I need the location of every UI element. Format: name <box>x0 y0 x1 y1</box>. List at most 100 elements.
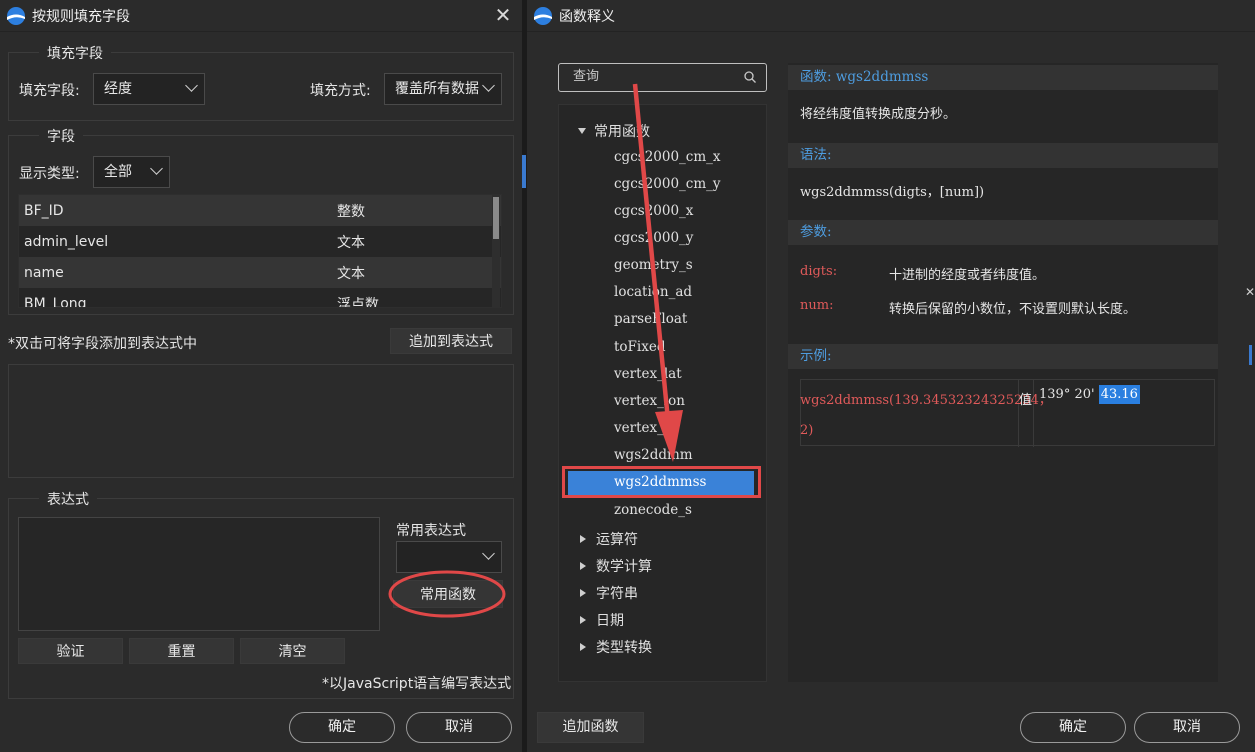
right-cancel-button[interactable]: 取消 <box>1134 712 1240 743</box>
tree-item-function[interactable]: cgcs2000_cm_y <box>614 176 721 192</box>
tree-node-label: 类型转换 <box>596 640 652 656</box>
right-dialog-title: 函数释义 <box>559 8 615 25</box>
example-result-plain: 139° 20' <box>1039 387 1095 402</box>
fill-field-value: 经度 <box>104 81 132 97</box>
selection-annotation-box <box>562 466 761 498</box>
field-name: admin_level <box>24 233 109 250</box>
function-name-header: 函数: wgs2ddmmss <box>788 65 1218 90</box>
tree-item-function[interactable]: vertex_lon <box>614 393 685 409</box>
tree-item-function[interactable]: geometry_s <box>614 257 693 273</box>
tree-node-label: 常用函数 <box>594 124 650 140</box>
divider-accent <box>522 155 526 188</box>
field-name: name <box>24 264 64 281</box>
tree-item-function[interactable]: wgs2ddmm <box>614 447 693 463</box>
expand-right-icon[interactable] <box>580 535 586 543</box>
reset-button[interactable]: 重置 <box>129 638 234 664</box>
close-icon[interactable]: ✕ <box>494 5 512 25</box>
function-search-input[interactable]: 查询 <box>558 63 767 92</box>
common-function-button[interactable]: 常用函数 <box>393 580 503 608</box>
table-row[interactable]: BM_Long 浮点数 <box>19 288 501 308</box>
tree-node-category[interactable]: 运算符 <box>580 529 638 549</box>
table-scrollbar[interactable] <box>492 195 500 307</box>
function-detail-panel: 函数: wgs2ddmmss 将经纬度值转换成度分秒。 语法: wgs2ddmm… <box>788 63 1218 682</box>
field-drop-area[interactable] <box>8 364 514 478</box>
field-group-title: 字段 <box>39 126 83 146</box>
example-result-highlight: 43.16 <box>1098 385 1140 404</box>
app-logo-icon <box>534 6 552 25</box>
double-click-hint: *双击可将字段添加到表达式中 <box>8 336 197 352</box>
fill-mode-select[interactable]: 覆盖所有数据 <box>384 73 502 105</box>
param-name: digts: <box>800 264 838 279</box>
tree-node-category[interactable]: 数学计算 <box>580 556 652 576</box>
display-type-select[interactable]: 全部 <box>93 156 170 188</box>
add-function-button[interactable]: 追加函数 <box>537 712 644 743</box>
left-titlebar: 按规则填充字段 ✕ <box>0 0 522 32</box>
common-expression-label: 常用表达式 <box>396 523 466 539</box>
table-row[interactable]: BF_ID 整数 <box>19 195 501 226</box>
left-cancel-button[interactable]: 取消 <box>406 712 512 743</box>
tree-node-common-functions[interactable]: 常用函数 <box>578 121 650 141</box>
example-header: 示例: <box>788 344 1218 369</box>
expand-right-icon[interactable] <box>580 616 586 624</box>
right-titlebar: 函数释义 <box>527 0 1255 32</box>
chevron-down-icon <box>482 547 495 560</box>
tree-item-function[interactable]: zonecode_s <box>614 502 692 518</box>
fill-field-label: 填充字段: <box>19 83 80 99</box>
tree-node-category[interactable]: 字符串 <box>580 583 638 603</box>
right-ok-button[interactable]: 确定 <box>1020 712 1126 743</box>
expression-input[interactable] <box>18 517 380 631</box>
left-ok-button[interactable]: 确定 <box>289 712 395 743</box>
expand-right-icon[interactable] <box>580 643 586 651</box>
display-type-label: 显示类型: <box>19 166 80 182</box>
tree-item-function[interactable]: toFixed <box>614 339 665 355</box>
tree-item-function[interactable]: cgcs2000_x <box>614 203 693 219</box>
function-explain-dialog: 函数释义 查询 常用函数 cgcs2000_cm_x cgcs2000_cm_y… <box>527 0 1255 752</box>
tree-node-label: 日期 <box>596 613 624 629</box>
field-type: 文本 <box>337 265 365 282</box>
append-to-expression-button[interactable]: 追加到表达式 <box>390 328 512 354</box>
expand-right-icon[interactable] <box>580 589 586 597</box>
table-row[interactable]: name 文本 <box>19 257 501 288</box>
param-name: num: <box>800 298 834 313</box>
tree-node-label: 数学计算 <box>596 559 652 575</box>
tree-node-category[interactable]: 类型转换 <box>580 637 652 657</box>
tree-item-function[interactable]: parseFloat <box>614 311 687 327</box>
fill-field-dialog: 按规则填充字段 ✕ 填充字段 填充字段: 经度 填充方式: 覆盖所有数据 字段 … <box>0 0 522 752</box>
tree-item-function[interactable]: vertex_ <box>614 420 664 436</box>
example-expression-line1: wgs2ddmmss(139.34532324325234， <box>800 393 1052 408</box>
function-description: 将经纬度值转换成度分秒。 <box>800 107 957 122</box>
params-header: 参数: <box>788 220 1218 245</box>
field-name: BM_Long <box>24 295 87 308</box>
tree-node-label: 运算符 <box>596 532 638 548</box>
expand-right-icon[interactable] <box>580 562 586 570</box>
tree-item-function[interactable]: cgcs2000_cm_x <box>614 149 721 165</box>
expression-group-title: 表达式 <box>39 489 97 509</box>
scrollbar-thumb[interactable] <box>493 197 499 239</box>
javascript-note: *以JavaScript语言编写表达式 <box>322 676 512 692</box>
edge-close-icon[interactable]: ✕ <box>1245 285 1255 299</box>
tree-item-function[interactable]: location_ad <box>614 284 692 300</box>
fill-field-group-title: 填充字段 <box>39 43 111 63</box>
field-type: 文本 <box>337 234 365 251</box>
field-type: 浮点数 <box>337 296 379 308</box>
tree-node-category[interactable]: 日期 <box>580 610 624 630</box>
search-placeholder: 查询 <box>573 69 600 84</box>
example-result: 139° 20' 43.16 <box>1039 385 1140 404</box>
param-desc: 转换后保留的小数位，不设置则默认长度。 <box>889 302 1137 317</box>
example-expression-line2: 2) <box>800 423 814 438</box>
edge-scroll-indicator <box>1249 345 1252 365</box>
field-type: 整数 <box>337 203 365 220</box>
app-logo-icon <box>7 6 25 25</box>
fill-field-select[interactable]: 经度 <box>93 73 205 105</box>
tree-item-function[interactable]: vertex_lat <box>614 366 682 382</box>
common-expression-select[interactable] <box>396 541 502 573</box>
syntax-header: 语法: <box>788 143 1218 168</box>
tree-item-function[interactable]: cgcs2000_y <box>614 230 693 246</box>
clear-button[interactable]: 清空 <box>240 638 345 664</box>
table-row[interactable]: admin_level 文本 <box>19 226 501 257</box>
expand-down-icon[interactable] <box>578 128 586 134</box>
validate-button[interactable]: 验证 <box>18 638 123 664</box>
search-icon[interactable] <box>744 71 756 83</box>
fill-mode-label: 填充方式: <box>310 83 371 99</box>
fill-mode-value: 覆盖所有数据 <box>395 81 479 97</box>
